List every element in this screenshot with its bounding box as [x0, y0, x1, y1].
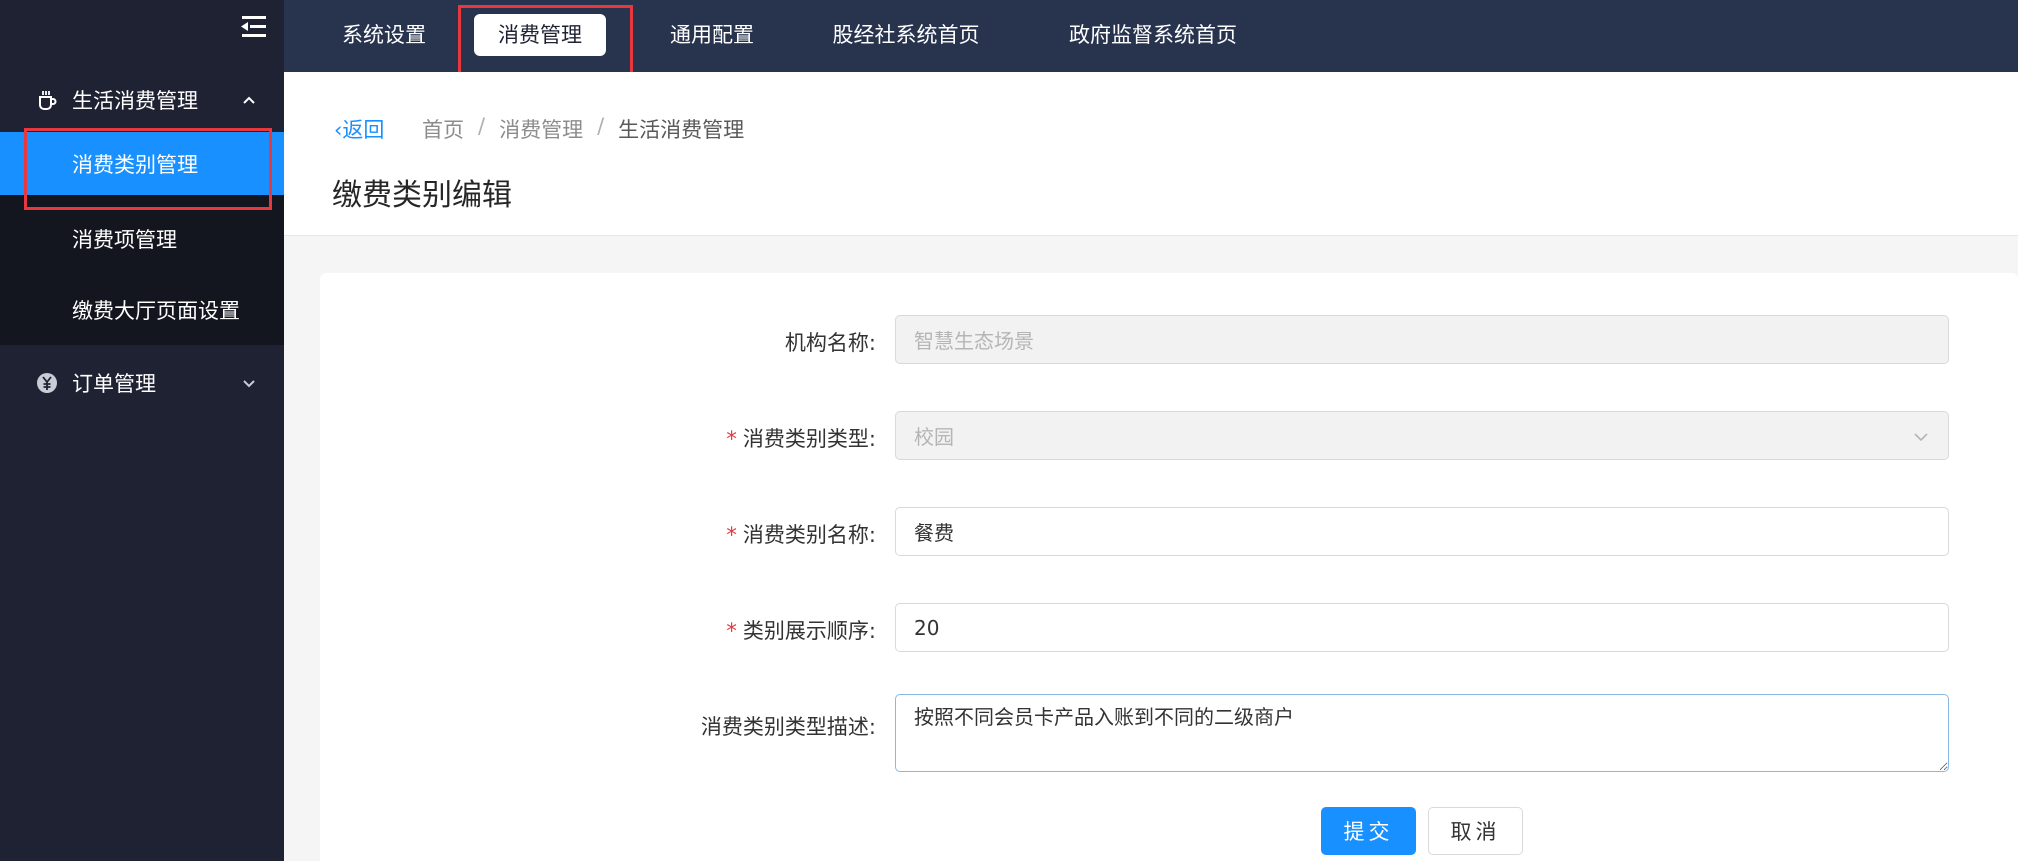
category-name-label: * 消费类别名称:: [316, 519, 876, 549]
submit-button[interactable]: 提交: [1321, 807, 1416, 855]
breadcrumb-home[interactable]: 首页: [422, 114, 464, 144]
top-navigation: 系统设置 消费管理 通用配置 股经社系统首页 政府监督系统首页: [284, 0, 2018, 72]
page-header: ‹返回 首页 / 消费管理 / 生活消费管理 缴费类别编辑: [284, 72, 2018, 236]
chevron-down-icon: [240, 374, 258, 392]
display-order-label-text: 类别展示顺序:: [742, 619, 876, 643]
cancel-button[interactable]: 取消: [1428, 807, 1523, 855]
category-type-label-text: 消费类别类型:: [742, 427, 876, 451]
tab-consumption-management[interactable]: 消费管理: [474, 14, 606, 56]
tab-general-config[interactable]: 通用配置: [664, 14, 760, 56]
tab-system-settings[interactable]: 系统设置: [336, 14, 432, 56]
org-name-label-text: 机构名称:: [784, 331, 876, 355]
chevron-down-icon: [1912, 427, 1930, 445]
breadcrumb-separator: /: [478, 114, 486, 138]
sidebar-item-payment-hall-settings[interactable]: 缴费大厅页面设置: [0, 278, 284, 341]
org-name-input: 智慧生态场景: [895, 315, 1949, 364]
required-asterisk: *: [726, 619, 737, 643]
category-name-label-text: 消费类别名称:: [742, 523, 876, 547]
sidebar-group-life-consumption[interactable]: 生活消费管理: [0, 68, 284, 132]
display-order-label: * 类别展示顺序:: [316, 615, 876, 645]
back-button[interactable]: ‹返回: [334, 114, 384, 144]
sidebar-group-orders-label: 订单管理: [72, 372, 156, 396]
category-description-label-text: 消费类别类型描述:: [700, 715, 876, 739]
tab-government-home[interactable]: 政府监督系统首页: [1058, 14, 1248, 56]
sidebar-item-label: 消费类别管理: [72, 152, 198, 177]
sidebar-group-life-label: 生活消费管理: [72, 89, 198, 113]
tab-shareholder-home[interactable]: 股经社系统首页: [826, 14, 986, 56]
sidebar-item-category-management[interactable]: 消费类别管理: [0, 132, 284, 195]
category-name-input[interactable]: [895, 507, 1949, 556]
yuan-icon: [36, 372, 58, 394]
category-type-value: 校园: [914, 425, 954, 449]
sidebar-item-consumption-items[interactable]: 消费项管理: [0, 207, 284, 270]
sidebar-item-label: 消费项管理: [72, 227, 177, 252]
cup-icon: [36, 89, 58, 111]
menu-collapse-icon[interactable]: [238, 14, 268, 40]
category-type-select[interactable]: 校园: [895, 411, 1949, 460]
sidebar: 生活消费管理 消费类别管理 消费项管理 缴费大厅页面设置 订单管理: [0, 0, 284, 861]
display-order-input[interactable]: [895, 603, 1949, 652]
sidebar-group-orders[interactable]: 订单管理: [0, 351, 284, 415]
category-description-textarea[interactable]: 按照不同会员卡产品入账到不同的二级商户: [895, 694, 1949, 772]
category-description-label: 消费类别类型描述:: [316, 711, 876, 741]
breadcrumb-consumption[interactable]: 消费管理: [499, 114, 583, 144]
required-asterisk: *: [726, 523, 737, 547]
chevron-up-icon: [240, 91, 258, 109]
submenu-life-consumption: 消费类别管理 消费项管理 缴费大厅页面设置: [0, 132, 284, 345]
required-asterisk: *: [726, 427, 737, 451]
breadcrumb: 首页 / 消费管理 / 生活消费管理: [422, 114, 744, 144]
sidebar-item-label: 缴费大厅页面设置: [72, 298, 240, 323]
back-label: 返回: [342, 118, 385, 142]
category-type-label: * 消费类别类型:: [316, 423, 876, 453]
page-title: 缴费类别编辑: [332, 178, 512, 213]
breadcrumb-separator: /: [597, 114, 605, 138]
breadcrumb-life-consumption: 生活消费管理: [618, 118, 745, 142]
org-name-label: 机构名称:: [316, 327, 876, 357]
